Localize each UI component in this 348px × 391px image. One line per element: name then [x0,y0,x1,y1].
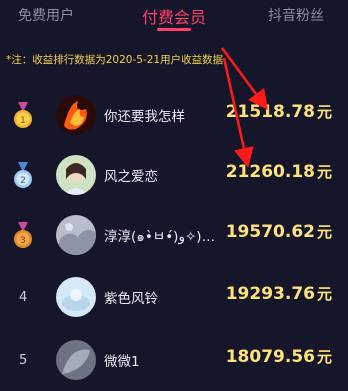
red-annotation-arrows [220,47,268,168]
